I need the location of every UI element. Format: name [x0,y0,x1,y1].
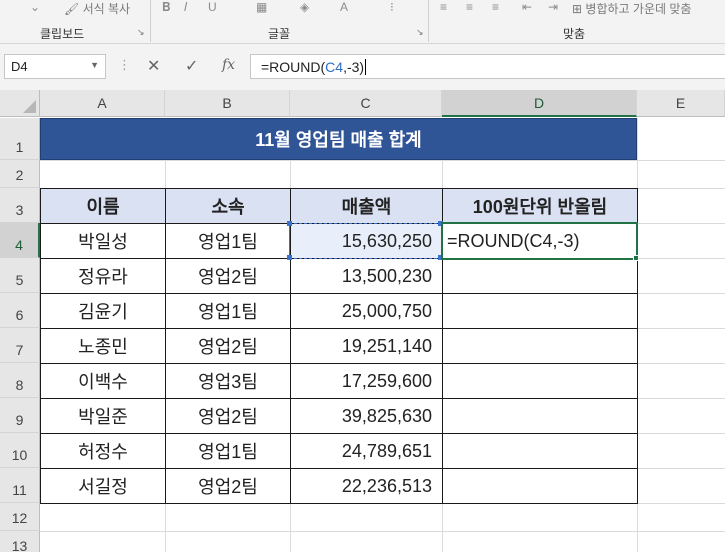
cell-sales[interactable]: 39,825,630 [290,398,443,434]
cell-name[interactable]: 정유라 [40,258,166,294]
italic-icon[interactable]: 𝐼 [184,0,187,15]
phonetic-icon[interactable]: ⁝ [390,0,394,14]
clipboard-group-label: 클립보드 [40,27,85,41]
format-painter-button[interactable]: 🖌 서식 복사 [64,0,130,17]
formula-suffix: ,-3) [343,59,365,75]
align-right-icon[interactable]: ≡ [492,0,499,14]
cell-team[interactable]: 영업2팀 [165,328,291,364]
font-color-icon[interactable]: A [340,0,348,14]
cell-rounded[interactable] [442,398,638,434]
column-header-a[interactable]: A [40,90,165,117]
cell-rounded[interactable] [442,468,638,504]
cell-name[interactable]: 박일성 [40,223,166,259]
row-header-6[interactable]: 6 [0,293,40,328]
borders-icon[interactable]: ▦ [256,0,267,14]
underline-icon[interactable]: U [208,0,217,14]
font-launcher-icon[interactable]: ↘ [416,27,424,38]
cell-team[interactable]: 영업2팀 [165,468,291,504]
row-header-1[interactable]: 1 [0,118,40,160]
row-header-2[interactable]: 2 [0,160,40,188]
cell-sales[interactable]: 19,251,140 [290,328,443,364]
cell-rounded[interactable] [442,328,638,364]
name-box-value: D4 [11,59,28,74]
decrease-indent-icon[interactable]: ⇤ [522,0,532,14]
insert-function-icon[interactable]: fx [222,57,235,73]
column-header-b[interactable]: B [165,90,290,117]
worksheet-grid[interactable]: A B C D E 1 2 3 4 5 6 7 8 9 10 11 12 13 … [0,90,725,552]
cell-team[interactable]: 영업1팀 [165,293,291,329]
merge-center-icon: ⊞ [572,2,583,16]
header-cell-sales[interactable]: 매출액 [290,188,443,224]
select-all-button[interactable] [0,90,40,117]
cell-rounded[interactable] [442,258,638,294]
formula-input[interactable]: =ROUND(C4,-3) [250,54,725,79]
cell-sales[interactable]: 22,236,513 [290,468,443,504]
column-header-e[interactable]: E [637,90,725,117]
align-left-icon[interactable]: ≡ [440,0,447,14]
cell-sales[interactable]: 13,500,230 [290,258,443,294]
row-header-5[interactable]: 5 [0,258,40,293]
cell-rounded[interactable] [442,293,638,329]
name-box[interactable]: D4 ▼ [4,54,106,79]
sheet-title-cell[interactable]: 11월 영업팀 매출 합계 [40,118,637,160]
cell-sales[interactable]: 17,259,600 [290,363,443,399]
row-header-10[interactable]: 10 [0,433,40,468]
row-header-13[interactable]: 13 [0,531,40,552]
row-header-12[interactable]: 12 [0,503,40,531]
enter-icon[interactable]: ✓ [185,56,198,76]
paste-dropdown-icon[interactable]: ⌄ [30,0,40,14]
reference-resize-handle[interactable] [287,221,292,226]
cell-name[interactable]: 서길정 [40,468,166,504]
text-cursor [365,59,367,75]
chevron-down-icon[interactable]: ▼ [90,60,99,70]
merge-center-button[interactable]: ⊞ 병합하고 가운데 맞춤 [572,0,691,17]
cell-team[interactable]: 영업1팀 [165,433,291,469]
cell-rounded[interactable] [442,433,638,469]
row-header-4[interactable]: 4 [0,223,40,258]
row-header-7[interactable]: 7 [0,328,40,363]
formula-prefix: =ROUND( [261,59,326,75]
cell-team[interactable]: 영업2팀 [165,398,291,434]
merge-center-label: 병합하고 가운데 맞춤 [585,2,692,16]
font-group-label: 글꼴 [268,27,291,41]
cancel-icon[interactable]: ✕ [147,56,160,76]
header-cell-rounded[interactable]: 100원단위 반올림 [442,188,638,224]
cell-name[interactable]: 김윤기 [40,293,166,329]
cell-name[interactable]: 박일준 [40,398,166,434]
row-header-11[interactable]: 11 [0,468,40,503]
fill-color-icon[interactable]: ◈ [300,0,309,14]
column-header-c[interactable]: C [290,90,442,117]
formula-reference-highlight [289,223,442,259]
cell-name[interactable]: 이백수 [40,363,166,399]
row-header-3[interactable]: 3 [0,188,40,223]
formula-bar-area: D4 ▼ ⋮ ✕ ✓ fx =ROUND(C4,-3) [0,44,725,90]
cell-rounded[interactable] [442,363,638,399]
alignment-group-label: 맞춤 [563,27,586,41]
column-header-d[interactable]: D [442,90,637,117]
format-painter-icon: 🖌 [64,2,80,16]
cell-name[interactable]: 노종민 [40,328,166,364]
drag-handle-icon[interactable]: ⋮ [118,57,131,73]
fill-handle[interactable] [633,255,639,261]
clipboard-launcher-icon[interactable]: ↘ [137,27,145,38]
cell-sales[interactable]: 25,000,750 [290,293,443,329]
cell-team[interactable]: 영업1팀 [165,223,291,259]
reference-resize-handle[interactable] [287,255,292,260]
increase-indent-icon[interactable]: ⇥ [548,0,558,14]
active-cell-border [441,222,638,260]
row-header-8[interactable]: 8 [0,363,40,398]
cell-sales[interactable]: 24,789,651 [290,433,443,469]
cell-team[interactable]: 영업2팀 [165,258,291,294]
format-painter-label: 서식 복사 [82,2,131,16]
formula-reference: C4 [325,59,344,75]
cell-name[interactable]: 허정수 [40,433,166,469]
bold-icon[interactable]: 𝐁 [162,0,170,15]
header-cell-name[interactable]: 이름 [40,188,166,224]
ribbon: ⌄ 🖌 서식 복사 클립보드 ↘ 𝐁 𝐼 U ▦ ◈ A ⁝ 글꼴 ↘ ≡ ≡ … [0,0,725,44]
row-header-9[interactable]: 9 [0,398,40,433]
header-cell-team[interactable]: 소속 [165,188,291,224]
align-center-icon[interactable]: ≡ [466,0,473,14]
cell-team[interactable]: 영업3팀 [165,363,291,399]
